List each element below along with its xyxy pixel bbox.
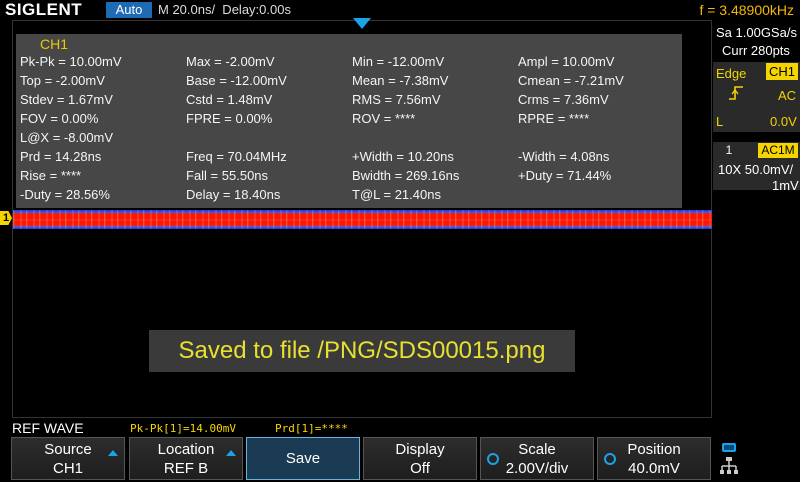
measurement-value: Crms = 7.36mV <box>518 92 609 107</box>
trigger-source: CH1 <box>766 63 798 80</box>
menu-title: REF WAVE <box>12 420 84 436</box>
measurement-value: FOV = 0.00% <box>20 111 99 126</box>
measurement-value: +Width = 10.20ns <box>352 149 454 164</box>
channel-scale: 10X 50.0mV/ <box>718 162 794 177</box>
measurement-row: Rise = **** Fall = 55.50ns Bwidth = 269.16… <box>20 168 680 187</box>
channel-number: 1 <box>725 143 733 157</box>
trigger-level-value: 0.0V <box>770 114 797 129</box>
measurement-row: -Duty = 28.56% Delay = 18.40ns T@L = 21.40… <box>20 187 680 206</box>
measurement-value: Cmean = -7.21mV <box>518 73 624 88</box>
trigger-mode-badge[interactable]: Auto <box>106 2 152 18</box>
measurement-value: Pk-Pk = 10.00mV <box>20 54 122 69</box>
measurement-value: Fall = 55.50ns <box>186 168 269 183</box>
brand-logo: SIGLENT <box>5 0 83 19</box>
scale-button[interactable]: Scale 2.00V/div <box>480 437 594 480</box>
measurement-value: Rise = **** <box>20 168 82 183</box>
scale-value: 2.00V/div <box>505 460 569 477</box>
measurement-channel-title: CH1 <box>40 36 69 52</box>
measurement-value: -Width = 4.08ns <box>518 149 610 164</box>
measurement-value: +Duty = 71.44% <box>518 168 612 183</box>
position-value: 40.0mV <box>628 460 680 477</box>
timebase-readout: M 20.0ns/ Delay:0.00s <box>158 2 291 17</box>
location-button[interactable]: Location REF B <box>129 437 243 480</box>
measurement-value: Min = -12.00mV <box>352 54 445 69</box>
measurement-row: Stdev = 1.67mV Cstd = 1.48mV RMS = 7.56mV C… <box>20 92 680 111</box>
ch1-waveform-noise <box>13 210 712 229</box>
measurement-value: Freq = 70.04MHz <box>186 149 287 164</box>
measurement-panel: CH1 Pk-Pk = 10.00mV Max = -2.00mV Min = -1… <box>16 34 682 208</box>
measurement-row: FOV = 0.00% FPRE = 0.00% ROV = **** RPRE = … <box>20 111 680 130</box>
measurement-row: Pk-Pk = 10.00mV Max = -2.00mV Min = -12.00… <box>20 54 680 73</box>
scale-label: Scale <box>518 441 556 458</box>
location-value: REF B <box>163 460 209 477</box>
display-value: Off <box>410 460 430 477</box>
measurement-value: Ampl = 10.00mV <box>518 54 615 69</box>
save-button[interactable]: Save <box>246 437 360 480</box>
source-button[interactable]: Source CH1 <box>11 437 125 480</box>
save-label: Save <box>285 450 321 467</box>
measurement-row: Prd = 14.28ns Freq = 70.04MHz +Width = 10.… <box>20 149 680 168</box>
frequency-counter: f = 3.48900kHz <box>699 2 794 18</box>
menu-arrow-icon <box>108 450 118 456</box>
measurement-value: L@X = -8.00mV <box>20 130 114 145</box>
ch1-offset-marker[interactable]: 1 <box>0 211 12 225</box>
measurement-value: FPRE = 0.00% <box>186 111 273 126</box>
menu-arrow-icon <box>226 450 236 456</box>
trigger-position-marker <box>353 18 371 29</box>
ref-period-readout: Prd[1]=**** <box>275 422 348 435</box>
channel-offset: 1mV <box>772 178 799 193</box>
measurement-value: Base = -12.00mV <box>186 73 287 88</box>
measurement-value: Bwidth = 269.16ns <box>352 168 460 183</box>
measurement-value: RPRE = **** <box>518 111 590 126</box>
measurement-row: Top = -2.00mV Base = -12.00mV Mean = -7.38… <box>20 73 680 92</box>
network-icon <box>719 441 741 477</box>
rising-edge-icon <box>728 86 744 100</box>
display-button[interactable]: Display Off <box>363 437 477 480</box>
ref-pkpk-readout: Pk-Pk[1]=14.00mV <box>130 422 236 435</box>
measurement-row: L@X = -8.00mV <box>20 130 680 149</box>
measurement-value: Stdev = 1.67mV <box>20 92 113 107</box>
current-points: Curr 280pts <box>722 43 790 58</box>
measurement-value: Top = -2.00mV <box>20 73 105 88</box>
trigger-coupling: AC <box>778 88 797 103</box>
measurement-value: Max = -2.00mV <box>186 54 275 69</box>
display-label: Display <box>395 441 445 458</box>
measurement-value: ROV = **** <box>352 111 416 126</box>
position-label: Position <box>627 441 681 458</box>
measurement-value: Prd = 14.28ns <box>20 149 102 164</box>
measurement-value: Mean = -7.38mV <box>352 73 449 88</box>
sample-rate: Sa 1.00GSa/s <box>716 25 797 40</box>
trigger-type: Edge <box>716 66 747 81</box>
source-value: CH1 <box>52 460 83 477</box>
save-message: Saved to file /PNG/SDS00015.png <box>149 330 575 372</box>
position-button[interactable]: Position 40.0mV <box>597 437 711 480</box>
trigger-level-label: L <box>716 114 724 129</box>
measurement-value: Delay = 18.40ns <box>186 187 281 202</box>
channel-coupling: AC1M <box>758 143 798 158</box>
measurement-value: RMS = 7.56mV <box>352 92 441 107</box>
measurement-value: -Duty = 28.56% <box>20 187 110 202</box>
measurement-value: Cstd = 1.48mV <box>186 92 273 107</box>
measurement-value: T@L = 21.40ns <box>352 187 441 202</box>
